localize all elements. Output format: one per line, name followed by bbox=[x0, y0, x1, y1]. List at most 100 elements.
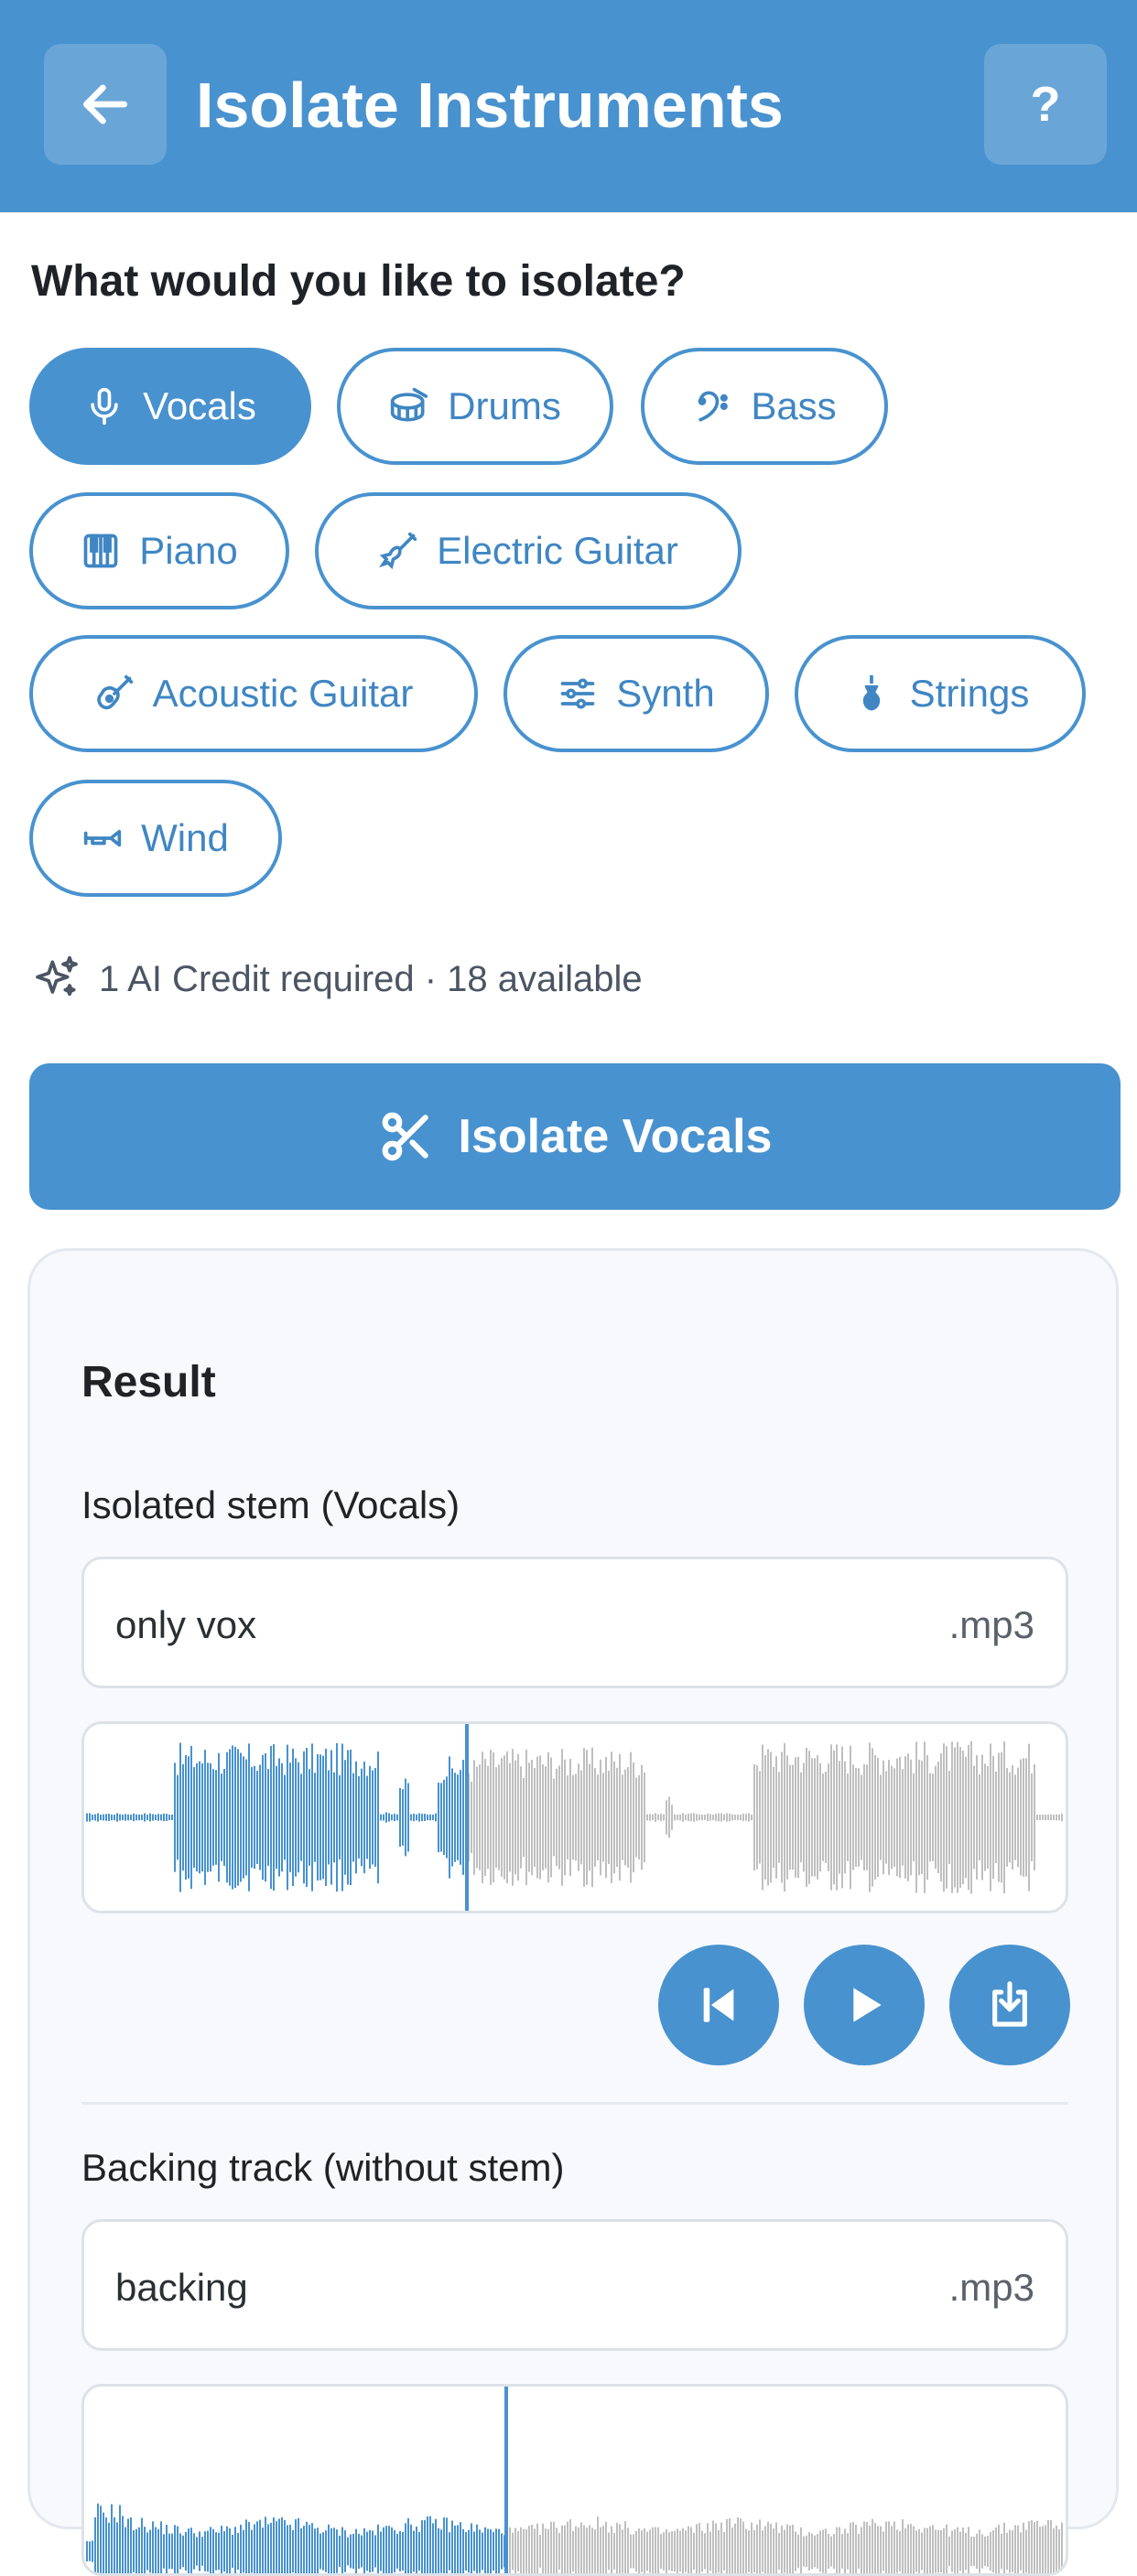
waveform-bar bbox=[245, 2519, 247, 2573]
waveform-bar bbox=[756, 2524, 758, 2573]
waveform-bar bbox=[756, 1765, 758, 1870]
waveform-bar bbox=[432, 2523, 434, 2573]
waveform-bar bbox=[979, 2529, 980, 2573]
waveform-bar bbox=[446, 2517, 448, 2573]
waveform-bar bbox=[693, 1813, 695, 1822]
waveform-bar bbox=[825, 2528, 827, 2573]
waveform-bar bbox=[852, 1764, 854, 1870]
back-button[interactable] bbox=[44, 44, 167, 165]
waveform-bar bbox=[443, 1779, 445, 1856]
waveform-bar bbox=[572, 2530, 574, 2572]
waveform-bar bbox=[970, 1741, 972, 1894]
waveform-bar bbox=[877, 1757, 879, 1878]
waveform-bar bbox=[223, 2530, 225, 2572]
stem-filename-field[interactable]: only vox .mp3 bbox=[81, 1557, 1068, 1688]
waveform-bar bbox=[267, 2524, 269, 2573]
waveform-bar bbox=[514, 1760, 516, 1875]
waveform-bar bbox=[896, 1758, 898, 1877]
waveform-bar bbox=[564, 2525, 566, 2573]
waveform-bar bbox=[86, 1813, 88, 1822]
waveform-bar bbox=[948, 2536, 950, 2567]
chip-piano[interactable]: Piano bbox=[29, 492, 289, 609]
waveform-bar bbox=[369, 2529, 371, 2573]
backing-file-extension: .mp3 bbox=[948, 2266, 1034, 2309]
waveform-bar bbox=[276, 2521, 277, 2573]
waveform-bar bbox=[649, 1814, 651, 1821]
waveform-bar bbox=[726, 2518, 728, 2573]
waveform-bar bbox=[863, 2521, 865, 2573]
waveform-bar bbox=[762, 1744, 763, 1891]
stem-restart-button[interactable] bbox=[658, 1945, 779, 2065]
waveform-bar bbox=[561, 2525, 563, 2573]
waveform-bar bbox=[303, 2526, 305, 2573]
acoustic-guitar-icon bbox=[96, 674, 133, 710]
waveform-bar bbox=[575, 2526, 577, 2573]
waveform-bar bbox=[987, 2536, 989, 2567]
waveform-bar bbox=[221, 2526, 222, 2573]
waveform-bar bbox=[811, 2533, 813, 2570]
waveform-bar bbox=[523, 1777, 525, 1858]
chip-electric-guitar[interactable]: Electric Guitar bbox=[315, 492, 742, 609]
stem-waveform[interactable] bbox=[81, 1721, 1068, 1913]
waveform-bar bbox=[108, 1814, 110, 1821]
backing-filename-field[interactable]: backing .mp3 bbox=[81, 2219, 1068, 2351]
chip-acoustic-guitar[interactable]: Acoustic Guitar bbox=[29, 635, 478, 752]
waveform-bar bbox=[292, 2529, 294, 2573]
playhead[interactable] bbox=[504, 2387, 508, 2573]
waveform-bar bbox=[995, 1771, 997, 1864]
waveform-bar bbox=[701, 1814, 703, 1821]
waveform-bar bbox=[495, 2528, 497, 2573]
waveform-bar bbox=[641, 1764, 643, 1870]
waveform-bar bbox=[561, 1749, 563, 1886]
waveform-bar bbox=[753, 2529, 755, 2573]
chip-drums[interactable]: Drums bbox=[337, 348, 613, 465]
backing-filename: backing bbox=[115, 2266, 248, 2309]
waveform-bar bbox=[558, 2533, 560, 2570]
chip-strings[interactable]: Strings bbox=[795, 635, 1086, 752]
help-button[interactable]: ? bbox=[984, 44, 1107, 165]
waveform-bar bbox=[525, 2529, 527, 2573]
waveform-bar bbox=[1056, 1814, 1057, 1821]
waveform-bar bbox=[407, 2517, 409, 2573]
waveform-bar bbox=[166, 1814, 168, 1821]
waveform-bar bbox=[649, 2529, 651, 2573]
backing-waveform[interactable] bbox=[81, 2384, 1068, 2576]
waveform-bar bbox=[429, 1814, 431, 1821]
waveform-bar bbox=[578, 2527, 579, 2573]
waveform-bar bbox=[174, 1762, 176, 1872]
waveform-bar bbox=[830, 1744, 832, 1891]
waveform-bar bbox=[372, 2530, 374, 2572]
waveform-bar bbox=[460, 2522, 461, 2573]
waveform-bar bbox=[567, 2521, 568, 2573]
waveform-bar bbox=[764, 1754, 766, 1881]
waveform-bar bbox=[899, 1756, 901, 1879]
waveform-bar bbox=[94, 1814, 96, 1821]
chip-bass[interactable]: Bass bbox=[641, 348, 888, 465]
waveform-bar bbox=[1028, 2521, 1030, 2573]
waveform-bar bbox=[146, 1814, 148, 1821]
waveform-bar bbox=[660, 1813, 662, 1822]
waveform-bar bbox=[218, 1752, 220, 1882]
stem-download-button[interactable] bbox=[949, 1945, 1070, 2065]
waveform-bar bbox=[1014, 1774, 1016, 1860]
waveform-bar bbox=[407, 1783, 409, 1852]
waveform-bar bbox=[534, 1767, 536, 1868]
waveform-bar bbox=[523, 2528, 525, 2573]
isolate-button[interactable]: Isolate Vocals bbox=[29, 1063, 1121, 1210]
waveform-bar bbox=[325, 2530, 327, 2572]
chip-wind[interactable]: Wind bbox=[29, 780, 282, 897]
waveform-bar bbox=[682, 1813, 684, 1822]
drum-icon bbox=[390, 387, 428, 422]
waveform-bar bbox=[888, 2521, 890, 2573]
playhead[interactable] bbox=[465, 1724, 469, 1911]
waveform-bar bbox=[484, 1759, 486, 1876]
waveform-bar bbox=[289, 2525, 291, 2573]
chip-vocals[interactable]: Vocals bbox=[29, 348, 311, 465]
waveform-bar bbox=[833, 1750, 835, 1885]
waveform-bar bbox=[1017, 2525, 1019, 2573]
stem-play-button[interactable] bbox=[804, 1945, 925, 2065]
waveform-bar bbox=[1025, 1758, 1027, 1877]
chip-synth[interactable]: Synth bbox=[504, 635, 769, 752]
arrow-left-icon bbox=[82, 84, 128, 124]
waveform-bar bbox=[215, 1770, 217, 1865]
